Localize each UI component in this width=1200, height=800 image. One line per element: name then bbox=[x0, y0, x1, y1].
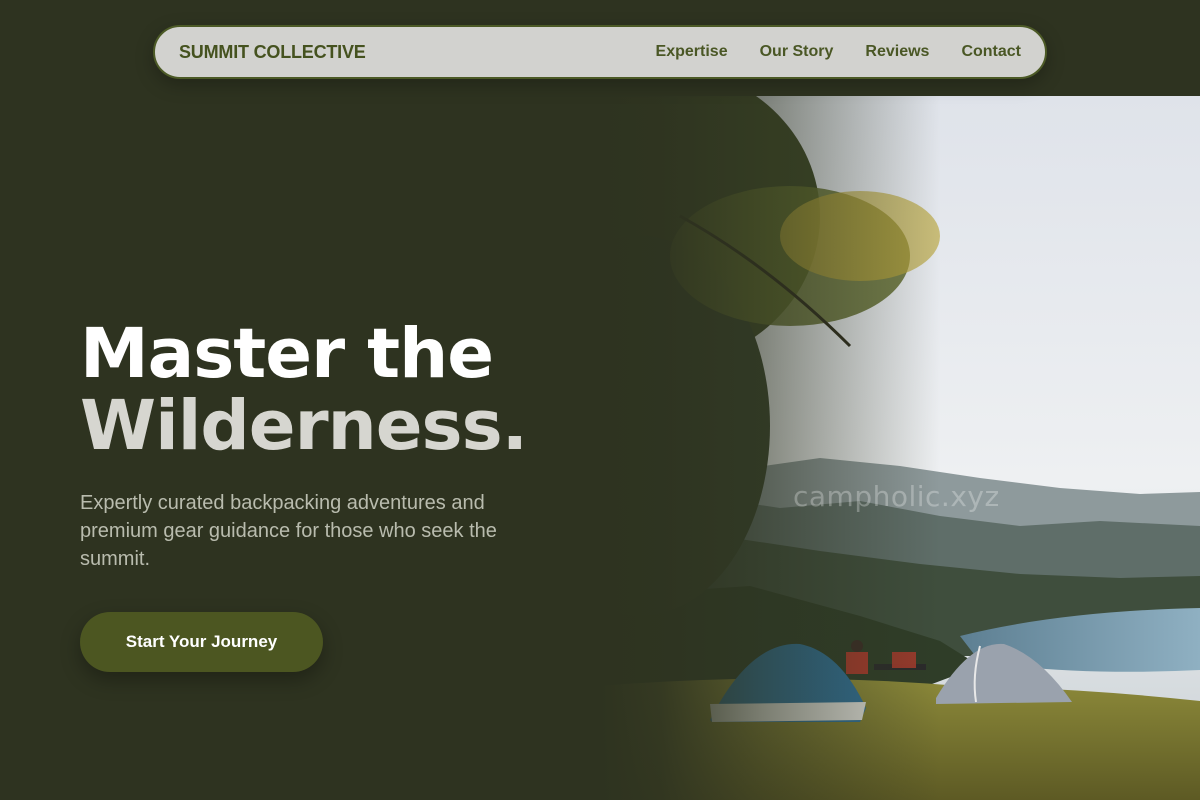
hero-title: Master the Wilderness. bbox=[80, 318, 640, 462]
hero-title-line-1: Master the bbox=[80, 314, 494, 394]
nav-link-our-story[interactable]: Our Story bbox=[760, 43, 834, 61]
hero-image bbox=[600, 96, 1200, 800]
nav-links: Expertise Our Story Reviews Contact bbox=[656, 43, 1021, 61]
watermark-text: campholic.xyz bbox=[793, 480, 1000, 513]
brand-logo[interactable]: SUMMIT COLLECTIVE bbox=[179, 42, 366, 63]
nav-link-reviews[interactable]: Reviews bbox=[865, 43, 929, 61]
start-journey-button[interactable]: Start Your Journey bbox=[80, 612, 323, 672]
nav-link-contact[interactable]: Contact bbox=[961, 43, 1021, 61]
hero-title-line-2: Wilderness. bbox=[80, 386, 528, 466]
top-navigation: SUMMIT COLLECTIVE Expertise Our Story Re… bbox=[153, 25, 1047, 79]
nav-link-expertise[interactable]: Expertise bbox=[656, 43, 728, 61]
hero-subtitle: Expertly curated backpacking adventures … bbox=[80, 492, 497, 570]
landing-page: campholic.xyz SUMMIT COLLECTIVE Expertis… bbox=[0, 0, 1200, 800]
